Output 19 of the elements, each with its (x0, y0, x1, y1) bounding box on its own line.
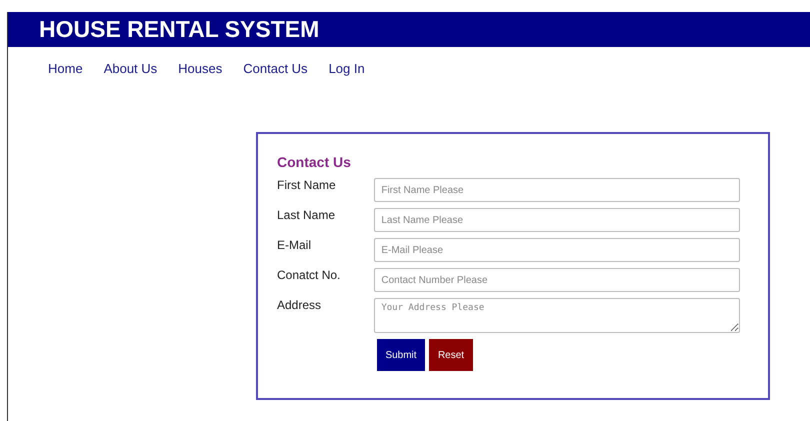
site-title: HOUSE RENTAL SYSTEM (39, 16, 320, 43)
nav-link[interactable]: Houses (178, 61, 222, 76)
field-label: First Name (277, 178, 337, 194)
nav-link[interactable]: Home (48, 61, 83, 76)
input-field[interactable]: Contact Number Please (374, 268, 740, 292)
input-field[interactable]: E-Mail Please (374, 238, 740, 262)
nav-link[interactable]: Log In (328, 61, 365, 76)
form-title: Contact Us (277, 154, 352, 170)
input-field[interactable]: First Name Please (374, 178, 740, 202)
field-label: Conatct No. (277, 268, 342, 284)
submit-button[interactable]: Submit (377, 339, 425, 371)
field-label: Address (277, 298, 322, 314)
nav-link[interactable]: Contact Us (243, 61, 308, 76)
input-field[interactable]: Last Name Please (374, 208, 740, 232)
nav-link[interactable]: About Us (104, 61, 158, 76)
field-label: Last Name (277, 208, 336, 224)
address-field[interactable]: Your Address Please (374, 298, 740, 333)
reset-button[interactable]: Reset (429, 339, 473, 371)
field-label: E-Mail (277, 238, 312, 254)
